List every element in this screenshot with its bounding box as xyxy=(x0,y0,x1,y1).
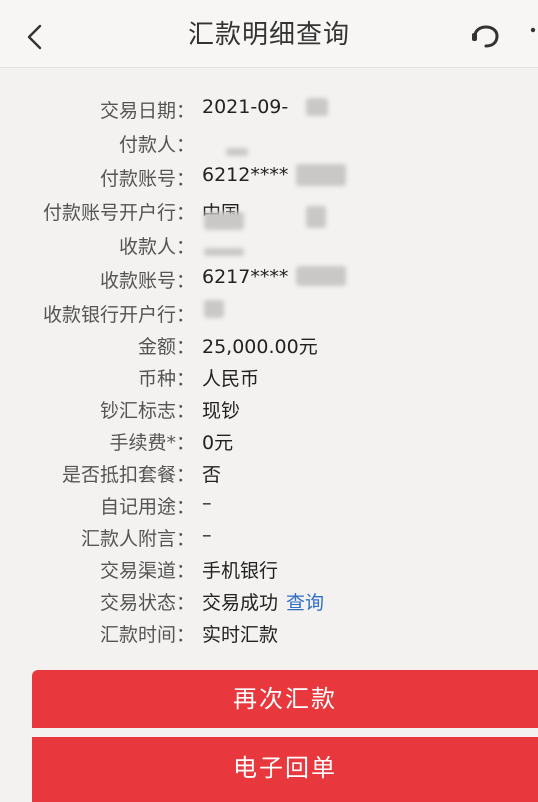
row-payer: 付款人 ： xyxy=(0,126,538,158)
row-label: 收款银行开户行 xyxy=(42,304,176,326)
row-label: 是否抵扣套餐 xyxy=(61,464,176,486)
page-title: 汇款明细查询 xyxy=(187,20,350,50)
more-dots-icon[interactable] xyxy=(526,26,538,34)
row-label: 收款人 xyxy=(118,236,176,258)
row-value: 交易成功 查询 xyxy=(202,588,324,615)
row-payee-account: 收款账号 ： 6217**** xyxy=(0,262,538,294)
row-value: – xyxy=(202,524,212,546)
redaction-blur xyxy=(204,248,244,256)
row-colon: ： xyxy=(176,432,196,454)
row-colon: ： xyxy=(176,592,196,614)
row-amount: 金额 ： 25,000.00元 xyxy=(0,328,538,360)
row-value: 现钞 xyxy=(202,400,241,422)
remit-again-button[interactable]: 再次汇款 xyxy=(32,670,538,728)
row-label: 汇款时间 xyxy=(99,624,176,646)
row-label: 手续费* xyxy=(109,432,176,454)
row-label: 交易状态 xyxy=(99,592,176,614)
row-cash-flag: 钞汇标志 ： 现钞 xyxy=(0,392,538,424)
redaction-blur xyxy=(226,148,248,156)
row-currency: 币种 ： 人民币 xyxy=(0,360,538,392)
row-payer-bank: 付款账号开户行 ： 中国 xyxy=(0,194,538,226)
row-colon: ： xyxy=(176,560,196,582)
status-text: 交易成功 xyxy=(202,592,279,614)
row-colon: ： xyxy=(176,202,196,224)
row-value: 手机银行 xyxy=(202,560,279,582)
row-status: 交易状态 ： 交易成功 查询 xyxy=(0,584,538,616)
row-label: 汇款人附言 xyxy=(80,528,176,550)
row-trade-date: 交易日期 ： 2021-09- xyxy=(0,92,538,124)
redaction-blur xyxy=(296,164,346,186)
row-label: 交易渠道 xyxy=(99,560,176,582)
row-fee: 手续费* ： 0元 xyxy=(0,424,538,456)
row-colon: ： xyxy=(176,270,196,292)
row-colon: ： xyxy=(176,134,196,156)
row-value: 2021-09- xyxy=(202,96,289,118)
row-payee: 收款人 ： xyxy=(0,228,538,260)
redaction-blur xyxy=(204,300,224,318)
row-value: 25,000.00元 xyxy=(202,336,318,358)
row-label: 收款账号 xyxy=(99,270,176,292)
row-payee-bank: 收款银行开户行 ： xyxy=(0,296,538,328)
row-value: 6212**** xyxy=(202,164,289,186)
row-colon: ： xyxy=(176,304,196,326)
row-remit-time: 汇款时间 ： 实时汇款 xyxy=(0,616,538,648)
row-label: 交易日期 xyxy=(99,100,176,122)
row-label: 付款账号 xyxy=(99,168,176,190)
remittance-detail-screen: 汇款明细查询 交易日期 ： 2021-09- 付款人 ： 付款账号 ： 6212… xyxy=(0,0,538,802)
e-receipt-button[interactable]: 电子回单 xyxy=(32,737,538,802)
row-colon: ： xyxy=(176,400,196,422)
row-colon: ： xyxy=(176,368,196,390)
row-colon: ： xyxy=(176,336,196,358)
nav-header: 汇款明细查询 xyxy=(0,0,538,68)
row-value: 人民币 xyxy=(202,368,260,390)
redaction-blur xyxy=(306,206,326,228)
row-label: 付款人 xyxy=(118,134,176,156)
row-colon: ： xyxy=(176,100,196,122)
redaction-blur xyxy=(296,266,346,286)
row-package-deduction: 是否抵扣套餐 ： 否 xyxy=(0,456,538,488)
row-colon: ： xyxy=(176,624,196,646)
row-colon: ： xyxy=(176,168,196,190)
row-label: 钞汇标志 xyxy=(99,400,176,422)
status-query-link[interactable]: 查询 xyxy=(286,592,324,614)
row-colon: ： xyxy=(176,464,196,486)
row-channel: 交易渠道 ： 手机银行 xyxy=(0,552,538,584)
row-colon: ： xyxy=(176,236,196,258)
row-colon: ： xyxy=(176,528,196,550)
row-payer-account: 付款账号 ： 6212**** xyxy=(0,160,538,192)
row-value: 否 xyxy=(202,464,222,486)
row-purpose: 自记用途 ： – xyxy=(0,488,538,520)
row-value: 实时汇款 xyxy=(202,624,279,646)
customer-service-headset-icon[interactable] xyxy=(466,12,506,52)
row-value: 0元 xyxy=(202,432,234,454)
row-label: 付款账号开户行 xyxy=(42,202,176,224)
row-remitter-note: 汇款人附言 ： – xyxy=(0,520,538,552)
row-colon: ： xyxy=(176,496,196,518)
redaction-blur xyxy=(306,98,328,116)
row-label: 币种 xyxy=(137,368,176,390)
row-label: 金额 xyxy=(137,336,176,358)
row-value: – xyxy=(202,492,212,514)
row-value: 6217**** xyxy=(202,266,289,288)
row-label: 自记用途 xyxy=(99,496,176,518)
redaction-blur xyxy=(204,212,244,230)
